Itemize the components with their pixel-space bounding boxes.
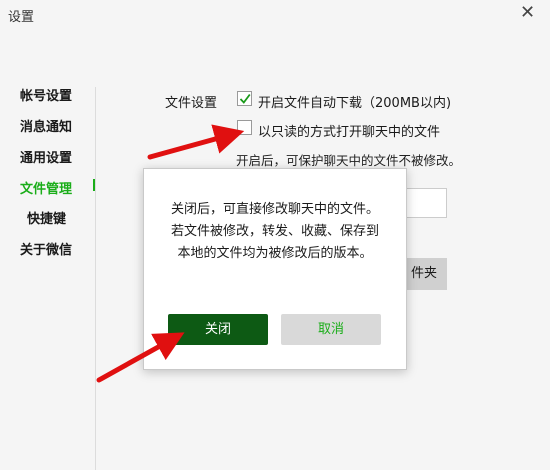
checkmark-icon bbox=[239, 93, 251, 104]
section-label-file-settings: 文件设置 bbox=[165, 96, 218, 111]
dialog-cancel-button[interactable]: 取消 bbox=[281, 314, 381, 345]
auto-download-label: 开启文件自动下载（200MB以内) bbox=[258, 96, 452, 111]
close-icon[interactable]: ✕ bbox=[520, 2, 535, 24]
sidebar-divider bbox=[95, 87, 96, 470]
confirm-dialog: 关闭后，可直接修改聊天中的文件。若文件被修改，转发、收藏、保存到本地的文件均为被… bbox=[143, 168, 407, 370]
window-title: 设置 bbox=[8, 10, 35, 25]
auto-download-checkbox[interactable] bbox=[237, 91, 252, 106]
arrow-icon bbox=[147, 124, 245, 160]
read-only-hint: 开启后，可保护聊天中的文件不被修改。 bbox=[236, 153, 462, 168]
read-only-label: 以只读的方式打开聊天中的文件 bbox=[258, 125, 441, 140]
sidebar-item-about[interactable]: 关于微信 bbox=[20, 239, 72, 258]
read-only-checkbox[interactable] bbox=[237, 120, 252, 135]
sidebar-item-shortcuts[interactable]: 快捷键 bbox=[27, 208, 66, 227]
dialog-close-button[interactable]: 关闭 bbox=[168, 314, 268, 345]
sidebar-item-file-management[interactable]: 文件管理 bbox=[20, 178, 72, 197]
dialog-message: 关闭后，可直接修改聊天中的文件。若文件被修改，转发、收藏、保存到本地的文件均为被… bbox=[170, 202, 379, 261]
sidebar-item-notifications[interactable]: 消息通知 bbox=[20, 116, 72, 135]
sidebar-item-general[interactable]: 通用设置 bbox=[20, 147, 72, 166]
sidebar-item-account[interactable]: 帐号设置 bbox=[20, 85, 72, 104]
